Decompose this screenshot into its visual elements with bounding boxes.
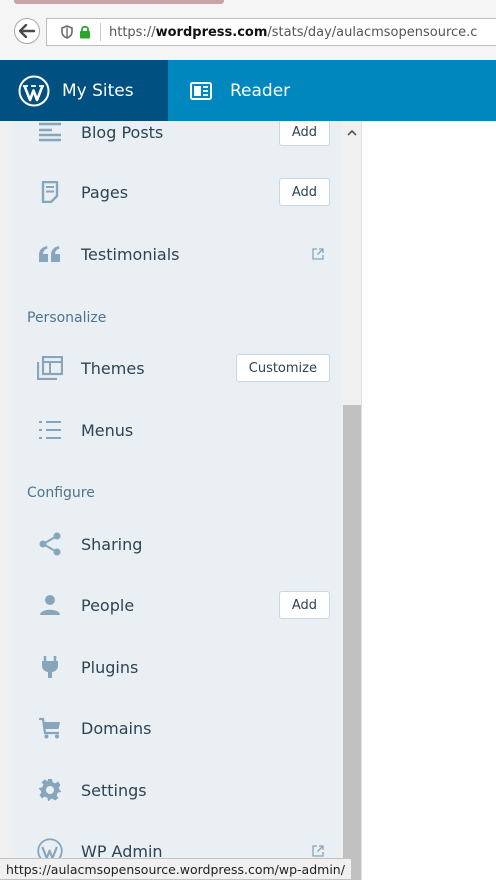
my-sites-tab[interactable]: My Sites [0, 60, 168, 121]
external-link-icon [312, 845, 324, 857]
back-button[interactable] [14, 18, 40, 44]
plug-icon [36, 653, 64, 681]
arrow-left-icon [19, 24, 35, 38]
sidebar-item-label: Testimonials [81, 244, 180, 264]
sidebar-item-label: Settings [81, 780, 147, 800]
person-icon [36, 591, 64, 619]
sidebar-item-testimonials[interactable]: Testimonials [12, 232, 342, 276]
sidebar-item-settings[interactable]: Settings [12, 768, 342, 812]
sidebar-item-domains[interactable]: Domains [12, 706, 342, 750]
section-heading-configure: Configure [27, 485, 95, 501]
browser-address-bar: https://wordpress.com/stats/day/aulacmso… [0, 0, 496, 61]
reader-tab[interactable]: Reader [168, 60, 290, 121]
pages-icon [36, 178, 64, 206]
section-heading-personalize: Personalize [27, 310, 107, 326]
sidebar: Blog Posts Add Pages Add Testimonials Pe… [12, 121, 342, 880]
my-sites-label: My Sites [62, 80, 134, 101]
wordpress-logo-icon [18, 75, 50, 106]
sidebar-item-label: Sharing [81, 534, 143, 554]
sidebar-item-label: Domains [81, 718, 152, 738]
cart-icon [36, 714, 64, 742]
reader-label: Reader [230, 80, 291, 101]
sidebar-item-menus[interactable]: Menus [12, 408, 342, 452]
url-text: https://wordpress.com/stats/day/aulacmso… [109, 24, 478, 40]
posts-icon [36, 121, 64, 146]
sidebar-item-label: Plugins [81, 657, 139, 677]
sidebar-item-blog-posts[interactable]: Blog Posts Add [12, 121, 342, 154]
active-tab-indicator [14, 0, 224, 4]
url-field[interactable]: https://wordpress.com/stats/day/aulacmso… [46, 18, 496, 46]
sidebar-item-label: Blog Posts [81, 122, 164, 142]
sidebar-item-pages[interactable]: Pages Add [12, 170, 342, 214]
sidebar-scrollbar[interactable] [342, 121, 362, 880]
sidebar-item-plugins[interactable]: Plugins [12, 645, 342, 689]
customize-button[interactable]: Customize [235, 354, 330, 382]
scroll-up-arrow-icon[interactable] [347, 129, 357, 136]
add-page-button[interactable]: Add [278, 178, 330, 206]
sidebar-item-people[interactable]: People Add [12, 583, 342, 627]
sidebar-item-sharing[interactable]: Sharing [12, 522, 342, 566]
cog-icon [36, 776, 64, 804]
window-left-edge [0, 121, 12, 880]
url-separator [100, 23, 101, 41]
sidebar-item-label: Pages [81, 182, 129, 202]
external-link-icon [312, 248, 324, 260]
add-post-button[interactable]: Add [278, 121, 330, 146]
masterbar: My Sites Reader [0, 60, 496, 121]
add-people-button[interactable]: Add [278, 591, 330, 619]
quote-icon [36, 240, 64, 268]
menus-icon [36, 416, 64, 444]
sidebar-item-label: People [81, 595, 135, 615]
sidebar-item-label: Menus [81, 420, 134, 440]
share-icon [36, 530, 64, 558]
lock-icon[interactable] [79, 25, 91, 39]
shield-icon[interactable] [61, 25, 73, 39]
scrollbar-thumb[interactable] [343, 405, 361, 880]
status-bar-link-preview: https://aulacmsopensource.wordpress.com/… [0, 858, 352, 880]
sidebar-item-themes[interactable]: Themes Customize [12, 346, 342, 390]
sidebar-item-label: Themes [81, 358, 145, 378]
reader-icon [190, 81, 212, 100]
themes-icon [36, 354, 64, 382]
